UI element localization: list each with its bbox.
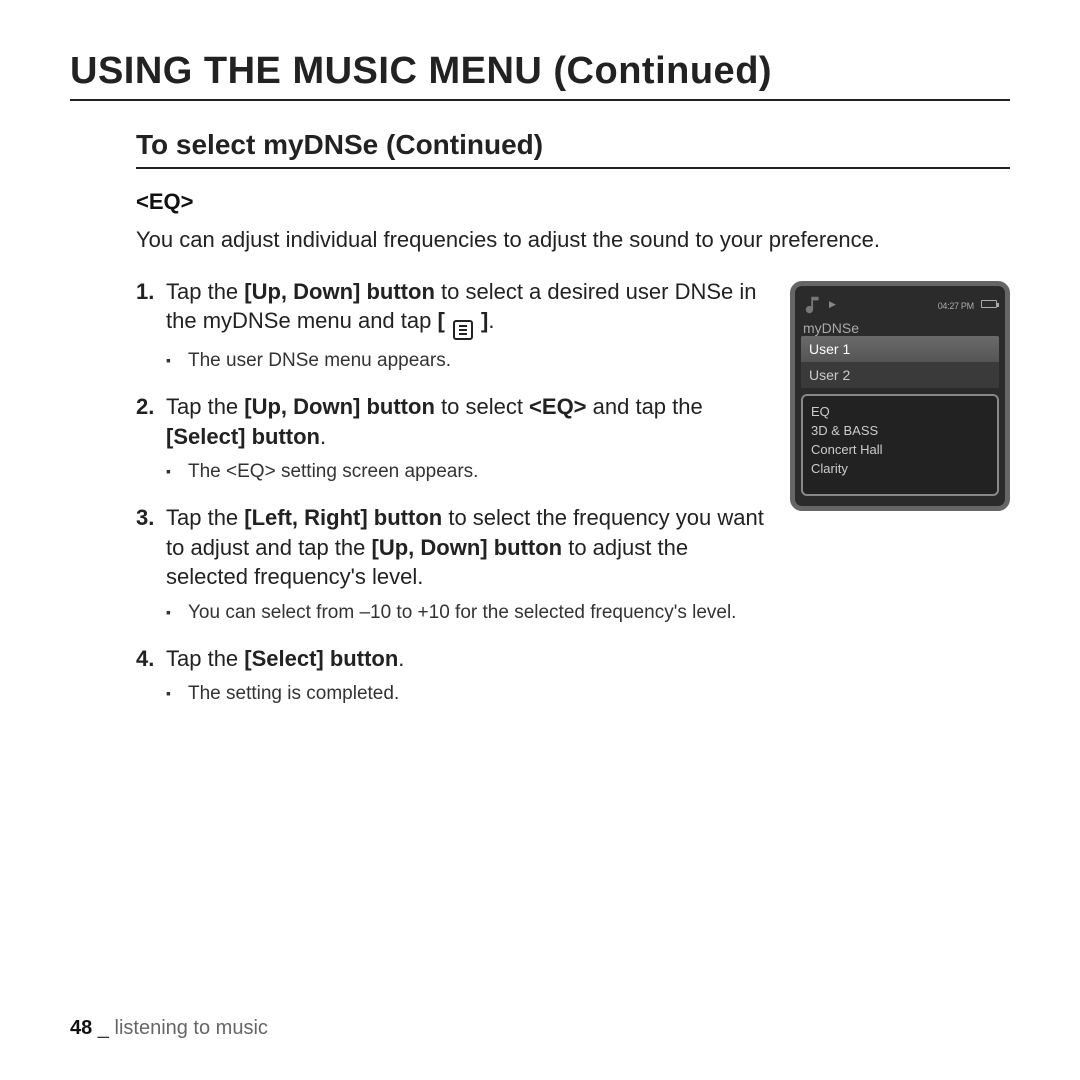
step-4: Tap the [Select] button. The setting is … (136, 644, 770, 707)
step-1-sub: The user DNSe menu appears. (166, 348, 770, 374)
page-number: 48 (70, 1017, 92, 1039)
body-content: <EQ> You can adjust individual frequenci… (70, 189, 1010, 725)
step-3-bold-2: [Up, Down] button (372, 535, 563, 560)
step-1-text-d: . (488, 308, 494, 333)
steps-column: Tap the [Up, Down] button to select a de… (136, 277, 770, 725)
footer-sep: _ (92, 1017, 114, 1039)
step-4-text-c: . (398, 646, 404, 671)
step-3: Tap the [Left, Right] button to select t… (136, 503, 770, 626)
music-note-icon (803, 294, 825, 316)
section-subtitle: To select myDNSe (Continued) (136, 129, 1010, 169)
step-3-sub: You can select from –10 to +10 for the s… (166, 600, 770, 626)
device-sub-concert: Concert Hall (811, 440, 989, 459)
step-1-bracket-close: ] (475, 308, 488, 333)
step-1-bold-1: [Up, Down] button (244, 279, 435, 304)
device-status-bar: ▶ 04:27 PM (801, 292, 999, 320)
step-1-text-a: Tap the (166, 279, 244, 304)
steps-list: Tap the [Up, Down] button to select a de… (136, 277, 770, 707)
step-2-text-e: and tap the (587, 394, 703, 419)
step-2-bold-1: [Up, Down] button (244, 394, 435, 419)
device-sub-3dbass: 3D & BASS (811, 421, 989, 440)
step-2-text-c: to select (435, 394, 529, 419)
device-screenshot: ▶ 04:27 PM myDNSe User 1 User 2 EQ 3D & … (790, 281, 1010, 511)
step-2-text-g: . (320, 424, 326, 449)
battery-icon (981, 300, 997, 308)
page-footer: 48 _ listening to music (70, 1017, 268, 1040)
device-sub-eq: EQ (811, 402, 989, 421)
device-screen-title: myDNSe (803, 320, 999, 336)
step-3-bold-1: [Left, Right] button (244, 505, 442, 530)
eq-heading: <EQ> (136, 189, 1010, 215)
step-2: Tap the [Up, Down] button to select <EQ>… (136, 392, 770, 485)
device-row-user2: User 2 (801, 362, 999, 388)
device-user-list: User 1 User 2 (801, 336, 999, 388)
device-status-left: ▶ (803, 294, 836, 316)
content-row: Tap the [Up, Down] button to select a de… (136, 277, 1010, 725)
device-sub-clarity: Clarity (811, 459, 989, 478)
step-3-text-a: Tap the (166, 505, 244, 530)
step-4-sub-item: The setting is completed. (166, 681, 770, 707)
device-row-user1: User 1 (801, 336, 999, 362)
step-4-bold-1: [Select] button (244, 646, 398, 671)
page-title: USING THE MUSIC MENU (Continued) (70, 50, 1010, 101)
device-status-right: 04:27 PM (938, 296, 997, 313)
step-3-sub-item: You can select from –10 to +10 for the s… (166, 600, 770, 626)
step-4-sub: The setting is completed. (166, 681, 770, 707)
step-2-bold-2: [Select] button (166, 424, 320, 449)
device-time: 04:27 PM (938, 301, 974, 311)
step-1: Tap the [Up, Down] button to select a de… (136, 277, 770, 374)
manual-page: USING THE MUSIC MENU (Continued) To sele… (0, 0, 1080, 1080)
step-4-text-a: Tap the (166, 646, 244, 671)
step-2-sub-item: The <EQ> setting screen appears. (166, 459, 770, 485)
step-2-sub: The <EQ> setting screen appears. (166, 459, 770, 485)
step-2-eq: <EQ> (529, 394, 586, 419)
step-1-bracket-open: [ (437, 308, 450, 333)
subheading-wrap: To select myDNSe (Continued) (70, 129, 1010, 169)
device-submenu: EQ 3D & BASS Concert Hall Clarity (801, 394, 999, 496)
device-play-icon: ▶ (829, 299, 836, 310)
intro-text: You can adjust individual frequencies to… (136, 225, 1010, 255)
menu-icon (453, 320, 473, 340)
footer-section: listening to music (115, 1017, 268, 1039)
step-2-text-a: Tap the (166, 394, 244, 419)
step-1-sub-item: The user DNSe menu appears. (166, 348, 770, 374)
